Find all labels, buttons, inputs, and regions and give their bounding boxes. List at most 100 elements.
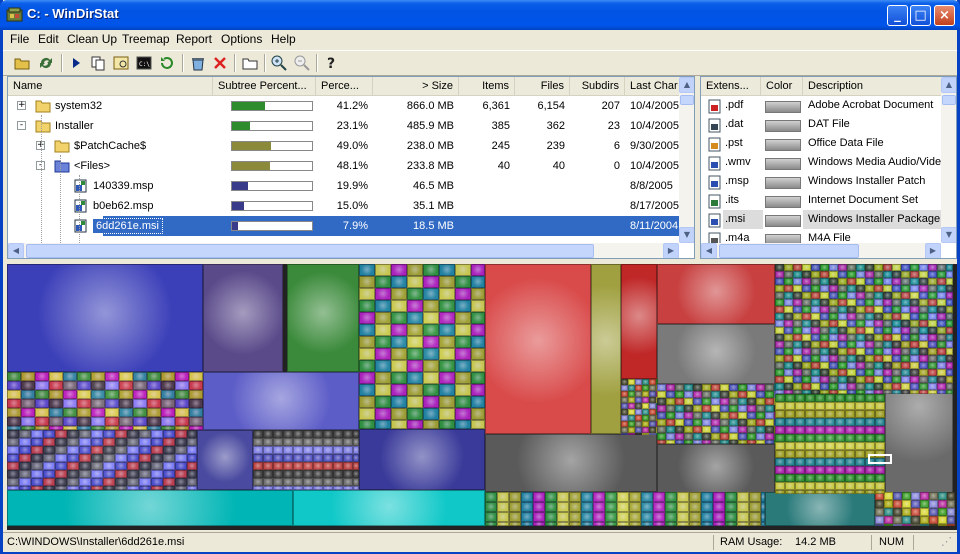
treemap-tile[interactable] [910,264,919,271]
treemap-tile[interactable] [820,320,829,327]
treemap-tile[interactable] [7,446,19,454]
treemap-tile[interactable] [946,278,953,285]
treemap-tile[interactable] [825,458,835,466]
treemap-tile[interactable] [684,391,693,398]
treemap-tile[interactable] [747,419,756,426]
treemap-tile[interactable] [684,419,693,426]
treemap-tile[interactable] [820,271,829,278]
treemap-tile[interactable] [737,522,749,526]
treemap-tile[interactable] [702,440,711,444]
treemap-tile[interactable] [657,391,666,398]
treemap-tile[interactable] [820,299,829,306]
treemap-tile[interactable] [847,334,856,341]
treemap-tile[interactable] [359,276,375,288]
treemap-tile[interactable] [720,384,729,391]
treemap-tile[interactable] [793,278,802,285]
treemap-tile[interactable] [938,508,947,516]
treemap-tile[interactable] [775,341,784,348]
treemap-tile[interactable] [333,430,343,438]
treemap-tile[interactable] [910,390,919,394]
treemap-tile[interactable] [838,292,847,299]
treemap-tile[interactable] [883,376,892,383]
treemap-tile[interactable] [151,462,163,470]
treemap-tile[interactable] [353,462,359,470]
treemap-tile[interactable] [713,512,725,522]
treemap-tile[interactable] [756,426,765,433]
treemap-tile[interactable] [795,434,805,442]
treemap-tile[interactable] [263,478,273,486]
treemap-tile[interactable] [883,292,892,299]
treemap-tile[interactable] [253,486,263,490]
treemap-tile[interactable] [855,490,865,494]
treemap-tile[interactable] [883,334,892,341]
treemap-tile[interactable] [471,348,485,360]
treemap-tile[interactable] [21,372,35,381]
treemap-tile[interactable] [702,384,711,391]
treemap-tile[interactable] [423,324,439,336]
treemap-tile[interactable] [829,292,838,299]
treemap-tile[interactable] [407,336,423,348]
treemap-tile[interactable] [775,348,784,355]
tree-row[interactable]: b0eb62.msp 15.0% 35.1 MB 8/17/2005 [8,196,679,216]
treemap-tile[interactable] [67,470,79,478]
treemap-tile[interactable] [928,292,937,299]
treemap-tile[interactable] [893,508,902,516]
treemap-tile[interactable] [928,383,937,390]
treemap-tile[interactable] [711,391,720,398]
treemap-tile[interactable] [151,438,163,446]
treemap-tile[interactable] [774,384,776,391]
treemap-tile[interactable] [569,502,581,512]
treemap-tile[interactable] [829,334,838,341]
treemap-tile[interactable] [725,522,737,526]
treemap-tile[interactable] [937,292,946,299]
treemap-tile[interactable] [471,288,485,300]
col-files[interactable]: Files [515,77,570,95]
treemap-tile[interactable] [693,433,702,440]
treemap-tile[interactable] [375,384,391,396]
treemap-tile[interactable] [829,313,838,320]
treemap-tile[interactable] [865,418,875,426]
treemap-tile[interactable] [103,446,115,454]
treemap-tile[interactable] [119,399,133,408]
treemap-tile[interactable] [689,512,701,522]
treemap-tile[interactable] [657,440,666,444]
treemap-tile[interactable] [856,362,865,369]
treemap-tile[interactable] [875,500,884,508]
treemap-tile[interactable] [35,408,49,417]
treemap-tile[interactable] [883,327,892,334]
treemap-tile[interactable] [187,470,197,478]
treemap-tile[interactable] [19,446,31,454]
treemap-tile[interactable] [127,430,139,438]
treemap-tile[interactable] [63,408,77,417]
treemap-tile[interactable] [439,300,455,312]
treemap-tile[interactable] [283,446,293,454]
treemap-tile[interactable] [43,462,55,470]
treemap-tile[interactable] [875,508,884,516]
col-subdirs[interactable]: Subdirs [570,77,625,95]
treemap-tile[interactable] [865,271,874,278]
treemap-tile[interactable] [557,522,569,526]
treemap-tile[interactable] [353,454,359,462]
resize-grip[interactable]: ⋰ [941,535,952,550]
treemap-tile[interactable] [79,446,91,454]
treemap-tile[interactable] [838,299,847,306]
treemap-tile[interactable] [847,320,856,327]
treemap-tile[interactable] [263,462,273,470]
treemap-tile[interactable] [720,398,729,405]
treemap-tile[interactable] [811,271,820,278]
treemap-tile[interactable] [313,454,323,462]
tree-row[interactable]: - Installer 23.1% 485.9 MB 385 362 23 10/4/2005 [8,116,679,136]
treemap-tile[interactable] [333,438,343,446]
treemap-tile[interactable] [793,327,802,334]
treemap-tile[interactable] [253,470,263,478]
treemap-tile[interactable] [865,306,874,313]
treemap-tile[interactable] [333,478,343,486]
recycle-icon[interactable] [189,54,207,72]
treemap-tile[interactable] [407,420,423,429]
treemap-tile[interactable] [353,430,359,438]
treemap-tile[interactable] [919,264,928,271]
treemap-tile[interactable] [19,470,31,478]
treemap-tile[interactable] [775,426,785,434]
treemap-tile[interactable] [63,390,77,399]
treemap-tile[interactable] [323,462,333,470]
